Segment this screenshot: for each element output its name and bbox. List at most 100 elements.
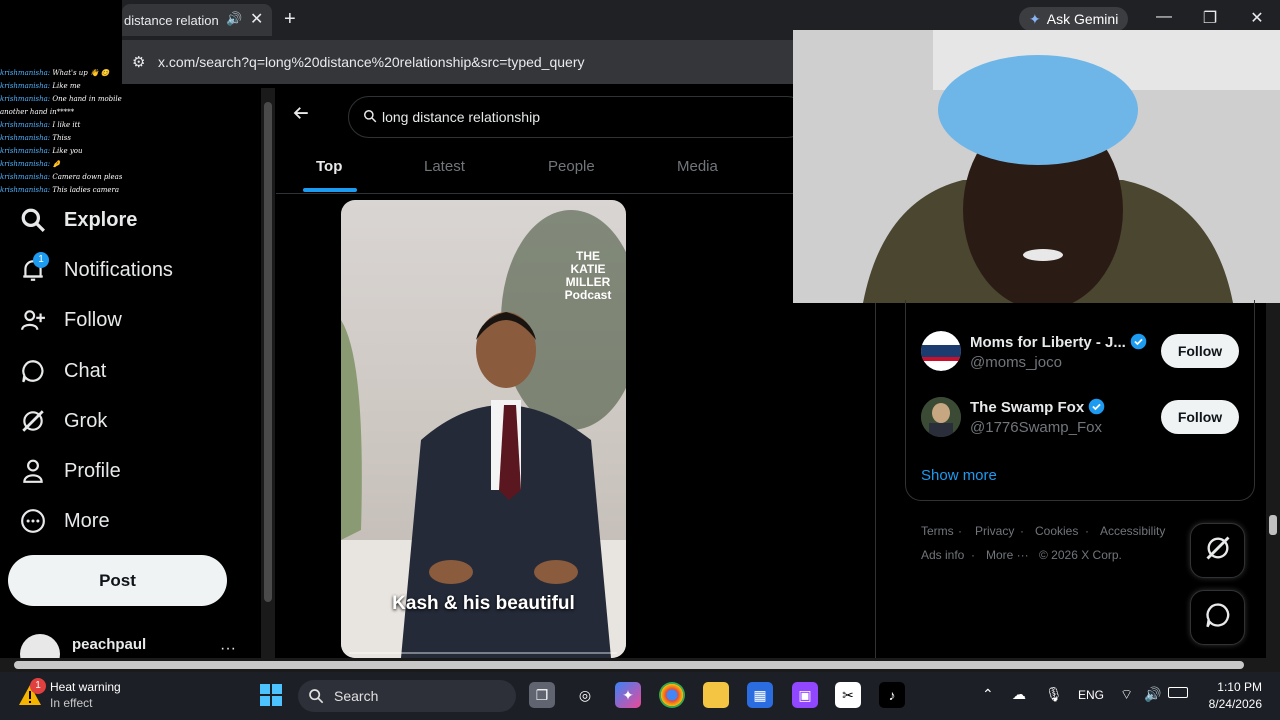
verified-badge-icon: [1130, 333, 1147, 350]
taskbar-search-label: Search: [334, 688, 379, 704]
avatar[interactable]: [921, 397, 961, 437]
tab-people[interactable]: People: [548, 158, 595, 175]
sidebar-item-profile[interactable]: Profile: [20, 451, 121, 491]
footer-link-accessibility[interactable]: Accessibility: [1100, 524, 1165, 538]
chat-text: I like itt: [50, 121, 81, 129]
tab-top[interactable]: Top: [316, 158, 342, 175]
account-handle: @1776Swamp_Fox: [970, 419, 1102, 436]
page-scrollbar[interactable]: [1266, 303, 1280, 658]
chrome-icon[interactable]: [659, 682, 685, 708]
sidebar-item-explore[interactable]: Explore: [20, 200, 137, 240]
site-settings-icon[interactable]: ⚙: [132, 53, 145, 71]
messages-fab-button[interactable]: [1190, 590, 1245, 645]
notification-badge: 1: [33, 252, 49, 268]
search-query[interactable]: long distance relationship: [382, 109, 540, 125]
horizontal-scrollbar-thumb[interactable]: [14, 661, 1244, 669]
minimize-icon[interactable]: —: [1152, 8, 1176, 26]
weather-badge: 1: [30, 678, 46, 694]
footer-link-ads-info[interactable]: Ads info: [921, 548, 964, 562]
back-arrow-icon[interactable]: [292, 104, 310, 127]
tiktok-icon[interactable]: ♪: [879, 682, 905, 708]
footer-link-terms[interactable]: Terms: [921, 524, 954, 538]
widgets-icon[interactable]: ◎: [572, 682, 598, 708]
url-text[interactable]: x.com/search?q=long%20distance%20relatio…: [158, 54, 584, 70]
footer-dot: ·: [971, 548, 975, 562]
follow-button[interactable]: Follow: [1161, 334, 1239, 368]
close-tab-icon[interactable]: ✕: [250, 9, 263, 29]
ask-gemini-button[interactable]: ✦ Ask Gemini: [1019, 7, 1129, 31]
microphone-icon[interactable]: 🎙: [1045, 686, 1063, 703]
twitch-icon[interactable]: ▣: [792, 682, 818, 708]
footer-link-cookies[interactable]: Cookies: [1035, 524, 1078, 538]
copilot-icon[interactable]: ✦: [615, 682, 641, 708]
restore-icon[interactable]: ❐: [1198, 8, 1222, 28]
store-icon[interactable]: ▦: [747, 682, 773, 708]
weather-title[interactable]: Heat warning: [50, 680, 121, 694]
footer-link-more[interactable]: More ···: [986, 548, 1029, 562]
account-name[interactable]: The Swamp Fox: [970, 398, 1105, 416]
chat-bubble-icon: [1204, 601, 1232, 634]
chat-text: Like me: [50, 82, 81, 90]
chat-text: What's up 👋 😊: [50, 69, 110, 77]
battery-icon[interactable]: [1168, 687, 1188, 698]
sidebar-item-chat[interactable]: Chat: [20, 351, 106, 391]
sidebar-scrollbar-thumb[interactable]: [264, 102, 272, 602]
post-button[interactable]: Post: [8, 555, 227, 606]
follow-button[interactable]: Follow: [1161, 400, 1239, 434]
sidebar-item-follow[interactable]: Follow: [20, 300, 122, 340]
gemini-icon: ✦: [1029, 11, 1041, 27]
footer-copyright: © 2026 X Corp.: [1039, 548, 1122, 562]
video-progress-bar[interactable]: [349, 652, 617, 654]
onedrive-icon[interactable]: ☁: [1012, 686, 1026, 703]
sidebar-item-grok[interactable]: Grok: [20, 401, 107, 441]
chat-message: krishmanisha: Thiss: [0, 134, 122, 142]
footer-link-privacy[interactable]: Privacy: [975, 524, 1014, 538]
chevron-up-icon[interactable]: ⌃: [982, 686, 994, 703]
task-view-icon[interactable]: ❐: [529, 682, 555, 708]
language-indicator[interactable]: ENG: [1078, 688, 1104, 702]
search-input[interactable]: long distance relationship: [348, 96, 808, 138]
sidebar-item-more[interactable]: More: [20, 501, 110, 541]
active-tab-indicator: [303, 188, 357, 192]
avatar[interactable]: [921, 331, 961, 371]
chat-text: 🤌: [50, 160, 62, 168]
show-more-link[interactable]: Show more: [921, 467, 997, 484]
page-scrollbar-thumb[interactable]: [1269, 515, 1277, 535]
stream-chat-overlay: krishmanisha: What's up 👋 😊 krishmanisha:…: [0, 0, 122, 198]
tab-latest[interactable]: Latest: [424, 158, 465, 175]
volume-icon[interactable]: 🔊: [1144, 686, 1161, 703]
chat-username: krishmanisha:: [0, 121, 51, 129]
clock-date[interactable]: 8/24/2026: [1196, 697, 1262, 711]
grok-fab-button[interactable]: [1190, 523, 1245, 578]
account-name[interactable]: Moms for Liberty - J...: [970, 333, 1147, 351]
chat-username: krishmanisha:: [0, 147, 51, 155]
chat-username: krishmanisha:: [0, 160, 51, 168]
sidebar-item-label: Profile: [64, 459, 121, 482]
file-explorer-icon[interactable]: [703, 682, 729, 708]
taskbar-search[interactable]: Search: [298, 680, 516, 712]
sidebar-item-label: Explore: [64, 208, 138, 231]
speaker-icon[interactable]: 🔊: [226, 11, 242, 27]
clock-time[interactable]: 1:10 PM: [1206, 680, 1262, 694]
chat-username: krishmanisha:: [0, 134, 51, 142]
wifi-icon[interactable]: ⌔: [1120, 686, 1133, 704]
weather-subtitle: In effect: [50, 696, 93, 710]
webcam-image: [793, 30, 1280, 303]
close-window-icon[interactable]: ✕: [1245, 8, 1269, 28]
username[interactable]: peachpaul: [72, 636, 146, 653]
chat-message: krishmanisha: I like itt: [0, 121, 122, 129]
chat-message: krishmanisha: One hand in mobile: [0, 95, 122, 103]
new-tab-icon[interactable]: +: [284, 8, 296, 31]
sidebar-item-label: Chat: [64, 359, 107, 382]
tab-media[interactable]: Media: [677, 158, 718, 175]
footer-dot: ·: [958, 524, 962, 538]
chat-username: krishmanisha:: [0, 186, 51, 194]
capcut-icon[interactable]: ✂: [835, 682, 861, 708]
video-player[interactable]: THE KATIE MILLER Podcast Kash & his beau…: [341, 200, 626, 658]
account-menu-icon[interactable]: ···: [220, 640, 236, 658]
chat-message: krishmanisha: What's up 👋 😊: [0, 69, 122, 77]
account-name-text: The Swamp Fox: [970, 399, 1085, 416]
windows-start-icon[interactable]: [259, 683, 283, 712]
sidebar-item-label: Grok: [64, 409, 108, 432]
browser-tab[interactable]: distance relationshi 🔊 ✕: [122, 4, 272, 36]
